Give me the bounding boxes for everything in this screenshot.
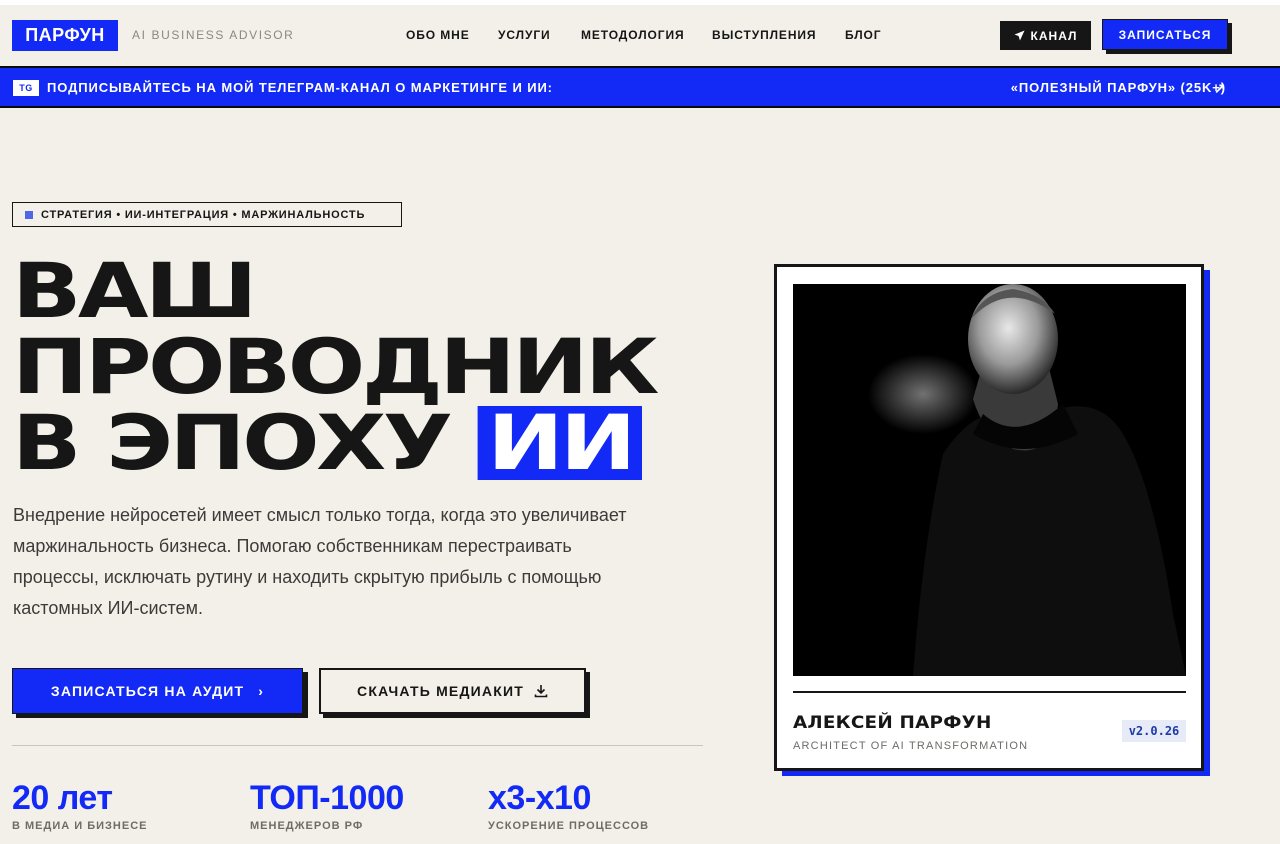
portrait-image [793, 284, 1186, 676]
channel-button[interactable]: КАНАЛ [1000, 21, 1091, 50]
download-icon [534, 685, 548, 698]
focus-chip: СТРАТЕГИЯ • ИИ-ИНТЕГРАЦИЯ • МАРЖИНАЛЬНОС… [12, 202, 402, 227]
tg-badge: TG [13, 80, 39, 96]
nav-item-methodology[interactable]: МЕТОДОЛОГИЯ [581, 28, 685, 42]
version-badge: v2.0.26 [1122, 720, 1186, 742]
hero-title-line-3: В ЭПОХУ ИИ [12, 405, 656, 481]
chip-dot [25, 210, 33, 219]
send-icon [1014, 30, 1025, 41]
chevron-right-icon: › [258, 683, 265, 699]
site-header: ПАРФУН AI BUSINESS ADVISOR ОБО МНЕ УСЛУГ… [0, 5, 1280, 67]
signup-button-wrap: ЗАПИСАТЬСЯ [1102, 19, 1232, 54]
stat-label: В МЕДИА И БИЗНЕСЕ [12, 820, 148, 832]
hero-title: ВАШ ПРОВОДНИК В ЭПОХУ ИИ [12, 246, 659, 481]
stat-value: ТОП-1000 [250, 779, 404, 817]
arrow-up-right-icon: ↗ [1214, 80, 1226, 96]
hero-title-highlight: ИИ [477, 405, 643, 481]
chip-label: СТРАТЕГИЯ • ИИ-ИНТЕГРАЦИЯ • МАРЖИНАЛЬНОС… [41, 208, 366, 221]
person-name: АЛЕКСЕЙ ПАРФУН [793, 713, 992, 733]
nav-item-about[interactable]: ОБО МНЕ [406, 28, 470, 42]
hero-title-line-1: ВАШ [12, 246, 258, 335]
banner-text: ПОДПИСЫВАЙТЕСЬ НА МОЙ ТЕЛЕГРАМ-КАНАЛ О М… [47, 80, 553, 95]
nav-item-blog[interactable]: БЛОГ [845, 28, 881, 42]
hero-description: Внедрение нейросетей имеет смысл только … [13, 505, 627, 618]
audit-button-wrap: ЗАПИСАТЬСЯ НА АУДИТ › [12, 668, 308, 718]
mediakit-button-label: СКАЧАТЬ МЕДИАКИТ [357, 683, 524, 699]
nav-item-talks[interactable]: ВЫСТУПЛЕНИЯ [712, 28, 816, 42]
banner-channel-link[interactable]: «ПОЛЕЗНЫЙ ПАРФУН» (25K+) [1011, 80, 1226, 95]
stat-experience: 20 лет В МЕДИА И БИЗНЕСЕ [12, 778, 147, 832]
stat-speedup: x3-x10 УСКОРЕНИЕ ПРОЦЕССОВ [488, 778, 649, 832]
stat-label: УСКОРЕНИЕ ПРОЦЕССОВ [488, 820, 650, 832]
mediakit-button-wrap: СКАЧАТЬ МЕДИАКИТ [319, 668, 591, 718]
stat-label: МЕНЕДЖЕРОВ РФ [250, 820, 364, 832]
mediakit-button[interactable]: СКАЧАТЬ МЕДИАКИТ [319, 668, 586, 714]
stat-value: x3-x10 [488, 779, 591, 817]
stats-divider [12, 745, 703, 746]
stat-top: ТОП-1000 МЕНЕДЖЕРОВ РФ [250, 778, 404, 832]
portrait-photo [793, 284, 1186, 676]
audit-button-label: ЗАПИСАТЬСЯ НА АУДИТ [50, 683, 245, 699]
telegram-banner[interactable]: TG ПОДПИСЫВАЙТЕСЬ НА МОЙ ТЕЛЕГРАМ-КАНАЛ … [0, 66, 1280, 108]
hero-title-line-2: ПРОВОДНИК [12, 322, 659, 411]
signup-button[interactable]: ЗАПИСАТЬСЯ [1102, 19, 1228, 50]
audit-button[interactable]: ЗАПИСАТЬСЯ НА АУДИТ › [12, 668, 303, 714]
hero-title-line-3-text: В ЭПОХУ [12, 398, 453, 487]
nav-item-services[interactable]: УСЛУГИ [498, 28, 551, 42]
person-role: ARCHITECT OF AI TRANSFORMATION [793, 740, 1029, 752]
card-divider [793, 691, 1186, 693]
profile-card: АЛЕКСЕЙ ПАРФУН ARCHITECT OF AI TRANSFORM… [774, 264, 1204, 771]
channel-button-label: КАНАЛ [1030, 28, 1078, 43]
stat-value: 20 лет [12, 779, 113, 817]
